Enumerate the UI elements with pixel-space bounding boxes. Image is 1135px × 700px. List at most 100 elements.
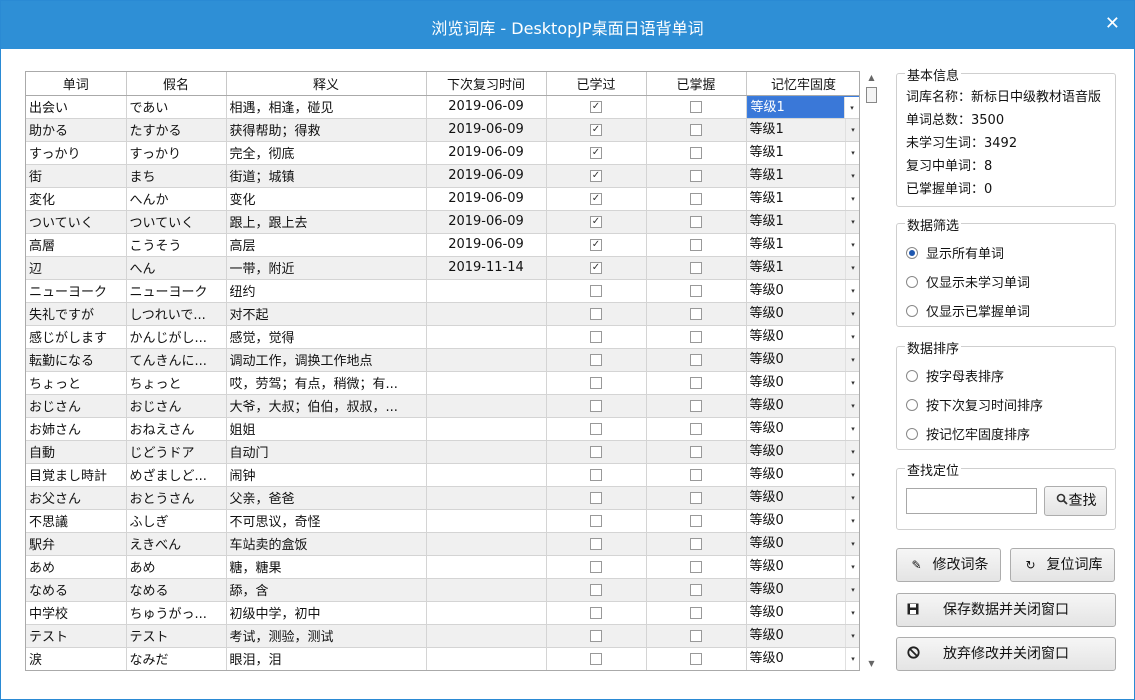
table-row[interactable]: テスト テスト 考试，测验，测试 等级0 ▾	[26, 624, 860, 648]
review-date-cell[interactable]: 2019-06-09	[426, 187, 547, 211]
memory-level-cell[interactable]: 等级0 ▾	[746, 348, 859, 372]
column-header-kana[interactable]: 假名	[126, 72, 227, 96]
mastered-cell[interactable]	[646, 187, 747, 211]
table-row[interactable]: 駅弁 えきべん 车站卖的盒饭 等级0 ▾	[26, 532, 860, 556]
table-row[interactable]: 街まち 街道；城镇 2019-06-09 ✓ 等级1 ▾	[26, 164, 860, 188]
kana-cell[interactable]: たすかる	[126, 118, 227, 142]
kana-cell[interactable]: テスト	[126, 624, 227, 648]
table-row[interactable]: すっかり すっかり 完全，彻底 2019-06-09 ✓ 等级1 ▾	[26, 141, 860, 165]
column-header-review-date[interactable]: 下次复习时间	[426, 72, 547, 96]
table-row[interactable]: 目覚まし時計 めざましど... 闹钟 等级0 ▾	[26, 463, 860, 487]
mastered-checkbox[interactable]	[690, 261, 702, 274]
learned-cell[interactable]: ✓	[546, 141, 647, 165]
mastered-checkbox[interactable]	[690, 192, 702, 205]
mastered-cell[interactable]	[646, 348, 747, 372]
memory-level-cell[interactable]: 等级1 ▾	[746, 118, 859, 142]
table-row[interactable]: 失礼ですが しつれいで... 对不起 等级0 ▾	[26, 302, 860, 326]
kana-cell[interactable]: ちゅうがっ...	[126, 601, 227, 625]
review-date-cell[interactable]	[426, 624, 547, 648]
chevron-down-icon[interactable]: ▾	[844, 164, 860, 186]
kana-cell[interactable]: なみだ	[126, 647, 227, 670]
meaning-cell[interactable]: 车站卖的盒饭	[226, 532, 427, 556]
memory-level-dropdown[interactable]: 等级1 ▾	[747, 141, 860, 163]
chevron-down-icon[interactable]: ▾	[844, 256, 860, 278]
chevron-down-icon[interactable]: ▾	[844, 394, 860, 416]
memory-level-dropdown[interactable]: 等级0 ▾	[747, 302, 860, 324]
chevron-down-icon[interactable]: ▾	[844, 440, 860, 462]
kana-cell[interactable]: であい	[126, 95, 227, 119]
column-header-mastered[interactable]: 已掌握	[646, 72, 747, 96]
chevron-down-icon[interactable]: ▾	[844, 647, 860, 669]
learned-cell[interactable]	[546, 578, 647, 602]
memory-level-cell[interactable]: 等级1 ▾	[746, 95, 859, 119]
learned-cell[interactable]	[546, 371, 647, 395]
close-icon[interactable]: ✕	[1105, 14, 1120, 34]
sort-option-review-time[interactable]: 按下次复习时间排序	[906, 395, 1043, 414]
meaning-cell[interactable]: 完全，彻底	[226, 141, 427, 165]
mastered-checkbox[interactable]	[690, 284, 702, 297]
kana-cell[interactable]: おじさん	[126, 394, 227, 418]
memory-level-dropdown[interactable]: 等级0 ▾	[747, 624, 860, 646]
chevron-down-icon[interactable]: ▾	[844, 279, 860, 301]
search-button[interactable]: 查找	[1044, 486, 1107, 516]
review-date-cell[interactable]	[426, 394, 547, 418]
column-header-memory-level[interactable]: 记忆牢固度	[746, 72, 859, 96]
chevron-down-icon[interactable]: ▾	[844, 210, 860, 232]
mastered-cell[interactable]	[646, 210, 747, 234]
review-date-cell[interactable]	[426, 348, 547, 372]
table-row[interactable]: ついていく ついていく 跟上，跟上去 2019-06-09 ✓ 等级1 ▾	[26, 210, 860, 234]
learned-checkbox[interactable]	[590, 629, 602, 642]
learned-cell[interactable]	[546, 532, 647, 556]
learned-checkbox[interactable]	[590, 468, 602, 481]
mastered-checkbox[interactable]	[690, 100, 702, 113]
mastered-checkbox[interactable]	[690, 583, 702, 596]
learned-cell[interactable]	[546, 509, 647, 533]
mastered-checkbox[interactable]	[690, 652, 702, 665]
reset-library-button[interactable]: ↻ 复位词库	[1010, 548, 1115, 582]
mastered-cell[interactable]	[646, 394, 747, 418]
chevron-down-icon[interactable]: ▾	[844, 532, 860, 554]
review-date-cell[interactable]: 2019-06-09	[426, 95, 547, 119]
chevron-down-icon[interactable]: ▾	[844, 601, 860, 623]
mastered-checkbox[interactable]	[690, 238, 702, 251]
memory-level-dropdown[interactable]: 等级0 ▾	[747, 486, 860, 508]
kana-cell[interactable]: ついていく	[126, 210, 227, 234]
kana-cell[interactable]: てんきんに...	[126, 348, 227, 372]
mastered-checkbox[interactable]	[690, 376, 702, 389]
learned-checkbox[interactable]: ✓	[590, 192, 602, 205]
word-cell[interactable]: なめる	[26, 578, 127, 602]
kana-cell[interactable]: じどうドア	[126, 440, 227, 464]
kana-cell[interactable]: えきべん	[126, 532, 227, 556]
memory-level-cell[interactable]: 等级0 ▾	[746, 371, 860, 395]
learned-checkbox[interactable]	[590, 284, 602, 297]
word-cell[interactable]: 高層	[26, 233, 127, 257]
learned-checkbox[interactable]: ✓	[590, 238, 602, 251]
kana-cell[interactable]: こうそう	[126, 233, 227, 257]
memory-level-dropdown[interactable]: 等级1 ▾	[747, 210, 860, 232]
mastered-cell[interactable]	[646, 417, 747, 441]
kana-cell[interactable]: おねえさん	[126, 417, 227, 441]
review-date-cell[interactable]	[426, 417, 547, 441]
memory-level-dropdown[interactable]: 等级0 ▾	[747, 647, 860, 669]
word-cell[interactable]: 駅弁	[26, 532, 127, 556]
radio-icon[interactable]	[906, 428, 918, 440]
review-date-cell[interactable]	[426, 555, 547, 579]
word-cell[interactable]: 変化	[26, 187, 127, 211]
table-row[interactable]: 出会い であい 相遇，相逢，碰见 2019-06-09 ✓ 等级1 ▾	[26, 95, 859, 119]
kana-cell[interactable]: へんか	[126, 187, 227, 211]
table-row[interactable]: 不思議 ふしぎ 不可思议，奇怪 等级0 ▾	[26, 509, 859, 533]
mastered-cell[interactable]	[646, 624, 747, 648]
memory-level-dropdown[interactable]: 等级0 ▾	[747, 463, 860, 485]
meaning-cell[interactable]: 糖，糖果	[226, 555, 427, 579]
chevron-down-icon[interactable]: ▾	[844, 371, 860, 393]
chevron-down-icon[interactable]: ▾	[844, 233, 860, 255]
review-date-cell[interactable]	[426, 463, 547, 487]
meaning-cell[interactable]: 父亲，爸爸	[226, 486, 427, 510]
memory-level-cell[interactable]: 等级1 ▾	[746, 164, 860, 188]
mastered-cell[interactable]	[646, 509, 747, 533]
mastered-checkbox[interactable]	[690, 514, 702, 527]
mastered-cell[interactable]	[646, 141, 747, 165]
mastered-cell[interactable]	[646, 164, 747, 188]
review-date-cell[interactable]	[426, 601, 547, 625]
memory-level-cell[interactable]: 等级1 ▾	[746, 141, 860, 165]
